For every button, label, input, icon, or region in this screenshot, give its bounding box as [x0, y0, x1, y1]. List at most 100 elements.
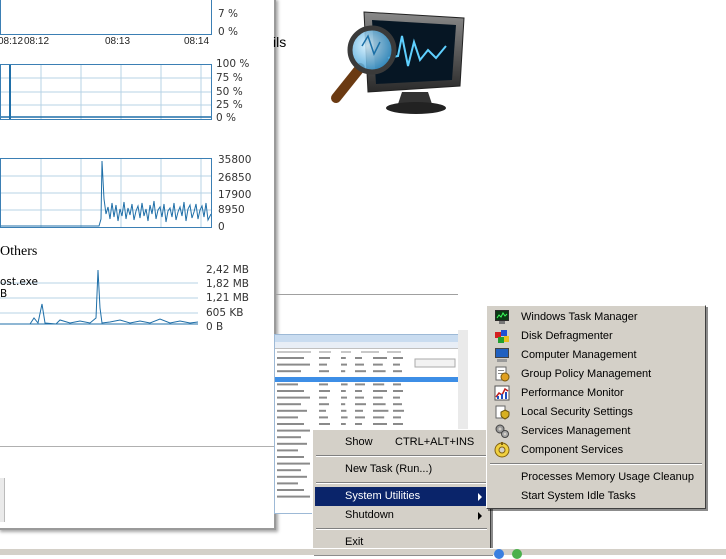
- thumbnail-row-cell: [277, 495, 310, 498]
- thumbnail-row-cell: [277, 403, 301, 406]
- thumbnail-row-cell: [355, 363, 364, 366]
- thumbnail-row-cell: [393, 363, 400, 366]
- thumbnail-row-cell: [277, 449, 298, 452]
- menu-item-new-task[interactable]: New Task (Run...): [315, 460, 488, 479]
- menu-separator: [316, 455, 487, 457]
- thumbnail-row-cell: [277, 370, 301, 373]
- thumbnail-row-cell: [373, 390, 387, 392]
- thumbnail-row-cell: [277, 423, 304, 425]
- network-graph-plot: [1, 159, 212, 227]
- thumbnail-row-cell: [319, 390, 330, 392]
- thumbnail-row-cell: [277, 383, 298, 386]
- submenu-item-windows-task-manager[interactable]: Windows Task Manager: [490, 308, 702, 327]
- services-icon: [495, 424, 509, 438]
- submenu-item-computer-management[interactable]: Computer Management: [490, 346, 702, 365]
- thumbnail-row-cell: [341, 423, 346, 425]
- mem-label-50: 50 %: [216, 86, 243, 98]
- thumbnail-row-cell: [393, 409, 404, 412]
- defrag-icon: [495, 330, 509, 343]
- thumbnail-row-cell: [341, 370, 346, 373]
- submenu-item-label: Computer Management: [521, 349, 637, 361]
- thumbnail-row-cell: [277, 416, 298, 419]
- thumbnail-row-cell: [277, 469, 301, 472]
- menu-separator: [316, 528, 487, 530]
- thumbnail-row-cell: [355, 383, 365, 386]
- system-utilities-submenu: Windows Task Manager Disk Defragmenter C…: [486, 305, 706, 509]
- thumbnail-row-cell: [319, 370, 329, 373]
- security-settings-icon: [495, 405, 510, 420]
- thumbnail-row-cell: [277, 363, 310, 366]
- thumbnail-row-cell: [277, 442, 307, 445]
- submenu-item-component-services[interactable]: Component Services: [490, 441, 702, 460]
- thumbnail-row-cell: [355, 396, 364, 399]
- submenu-item-group-policy-management[interactable]: Group Policy Management: [490, 365, 702, 384]
- submenu-separator: [490, 463, 702, 465]
- thumbnail-row-cell: [355, 357, 362, 359]
- submenu-item-services-management[interactable]: Services Management: [490, 422, 702, 441]
- thumbnail-row-cell: [393, 357, 403, 359]
- thumbnail-row-cell: [355, 370, 366, 373]
- submenu-item-label: Disk Defragmenter: [521, 330, 613, 342]
- time-label-0812: 08:12: [0, 36, 24, 47]
- submenu-item-label: Processes Memory Usage Cleanup: [521, 471, 695, 483]
- thumbnail-row-cell: [393, 396, 400, 399]
- thumbnail-row-cell: [319, 383, 328, 386]
- menu-item-show[interactable]: Show CTRL+ALT+INS: [315, 433, 488, 452]
- component-services-icon: [494, 442, 510, 458]
- submenu-item-label: Services Management: [521, 425, 631, 437]
- thumbnail-row-cell: [319, 403, 329, 406]
- background-partial-text: ils: [273, 34, 287, 50]
- thumbnail-row-cell: [393, 416, 401, 419]
- cpu-graph-frame: [0, 0, 212, 35]
- group-policy-icon: [495, 366, 510, 382]
- tray-icon[interactable]: [512, 549, 522, 559]
- background-divider: [276, 294, 458, 295]
- thumbnail-row-cell: [341, 416, 348, 419]
- others-unit: B: [0, 288, 8, 300]
- mem-label-100: 100 %: [216, 58, 250, 70]
- thumbnail-row-cell: [277, 436, 301, 439]
- performance-monitor-window: 7 % 0 % 08:12 08:12 08:13 08:14 100 % 75…: [0, 0, 276, 530]
- thumbnail-row-cell: [277, 489, 304, 491]
- thumbnail-row-cell: [277, 409, 307, 412]
- submenu-item-label: Performance Monitor: [521, 387, 624, 399]
- menu-item-shutdown[interactable]: Shutdown: [315, 506, 488, 525]
- submenu-arrow-icon: [478, 512, 482, 520]
- thumbnail-row-cell: [355, 423, 362, 425]
- thumbnail-row-cell: [393, 403, 402, 406]
- thumbnail-row-cell: [373, 409, 389, 412]
- thumbnail-row-cell: [373, 423, 387, 425]
- tray-icon[interactable]: [494, 549, 504, 559]
- submenu-item-performance-monitor[interactable]: Performance Monitor: [490, 384, 702, 403]
- submenu-item-disk-defragmenter[interactable]: Disk Defragmenter: [490, 327, 702, 346]
- submenu-arrow-icon: [478, 493, 482, 501]
- thumbnail-row-cell: [341, 363, 347, 366]
- submenu-item-label: Group Policy Management: [521, 368, 652, 380]
- thumbnail-row-cell: [373, 403, 386, 406]
- submenu-item-start-system-idle-tasks[interactable]: Start System Idle Tasks: [490, 487, 702, 506]
- thumbnail-row-cell: [341, 357, 346, 359]
- submenu-item-label: Local Security Settings: [521, 406, 633, 418]
- cpu-label-0: 0 %: [218, 26, 238, 38]
- net-label-8950: 8950: [218, 204, 245, 216]
- others-label-121mb: 1,21 MB: [206, 292, 249, 304]
- net-label-17900: 17900: [218, 189, 252, 201]
- net-label-35800: 35800: [218, 154, 252, 166]
- submenu-item-processes-memory-usage-cleanup[interactable]: Processes Memory Usage Cleanup: [490, 468, 702, 487]
- menu-item-show-label: Show: [345, 436, 373, 448]
- time-label-0813: 08:13: [105, 36, 131, 47]
- thumbnail-row-cell: [373, 363, 383, 366]
- thumbnail-row-cell: [277, 429, 310, 432]
- submenu-item-local-security-settings[interactable]: Local Security Settings: [490, 403, 702, 422]
- menu-item-system-utilities[interactable]: System Utilities: [315, 487, 488, 506]
- menu-item-new-task-label: New Task (Run...): [345, 463, 433, 475]
- mem-label-75: 75 %: [216, 72, 243, 84]
- thumbnail-row-cell: [355, 403, 366, 406]
- others-label-0b: 0 B: [206, 321, 224, 333]
- thumbnail-row-cell: [319, 357, 330, 359]
- thumbnail-row-cell: [277, 482, 298, 485]
- thumbnail-row-cell: [373, 370, 386, 373]
- thumbnail-row-cell: [341, 383, 348, 386]
- thumbnail-row-cell: [393, 383, 401, 386]
- submenu-item-label: Windows Task Manager: [521, 311, 638, 323]
